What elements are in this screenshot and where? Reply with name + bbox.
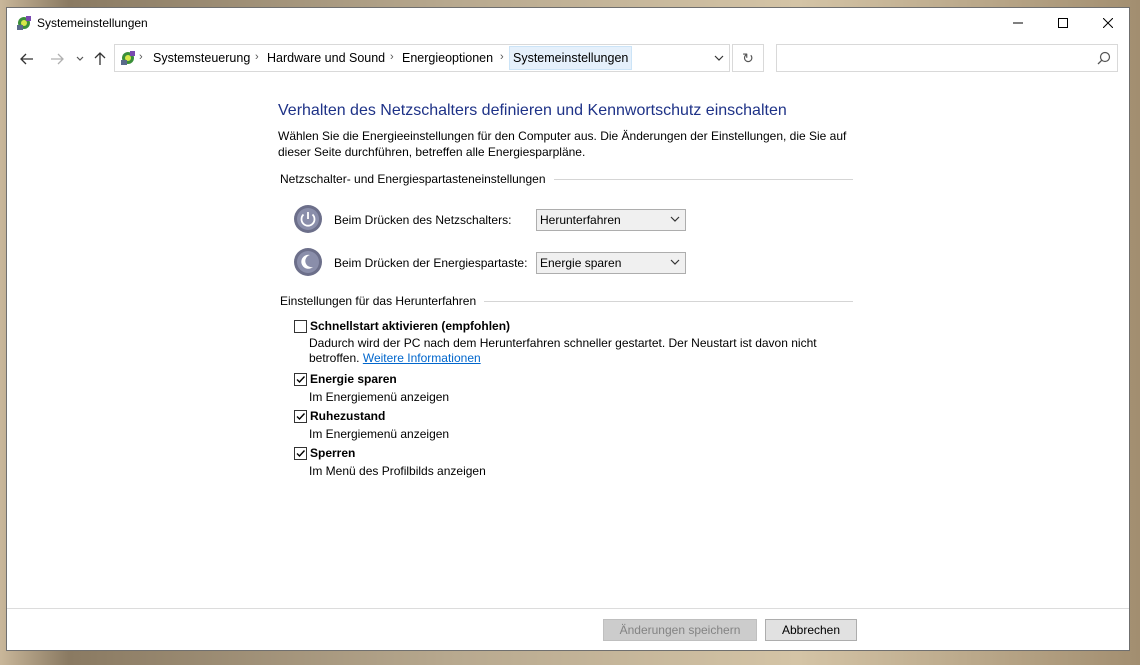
search-icon xyxy=(1097,51,1111,65)
save-changes-button[interactable]: Änderungen speichern xyxy=(603,619,757,641)
power-button-action-value: Herunterfahren xyxy=(540,213,621,227)
breadcrumb-energieoptionen[interactable]: Energieoptionen xyxy=(402,51,493,65)
power-button-icon xyxy=(294,205,322,233)
breadcrumb-separator-icon[interactable]: › xyxy=(139,51,143,63)
sleep-option-description: Im Energiemenü anzeigen xyxy=(309,390,450,404)
checkmark-icon xyxy=(296,376,306,384)
recent-locations-button[interactable] xyxy=(70,49,90,69)
forward-button[interactable] xyxy=(47,49,67,69)
hibernate-option-label[interactable]: Ruhezustand xyxy=(310,409,385,423)
more-info-link[interactable]: Weitere Informationen xyxy=(363,351,481,365)
hibernate-option-description: Im Energiemenü anzeigen xyxy=(309,427,450,441)
power-button-label: Beim Drücken des Netzschalters: xyxy=(334,213,512,227)
title-bar: Systemeinstellungen xyxy=(7,8,1129,38)
close-icon xyxy=(1102,18,1113,28)
breadcrumb-hardware-und-sound[interactable]: Hardware und Sound xyxy=(267,51,385,65)
back-button[interactable] xyxy=(17,49,37,69)
window-title: Systemeinstellungen xyxy=(37,16,148,30)
lock-option-checkbox[interactable] xyxy=(294,447,307,460)
fast-startup-description: Dadurch wird der PC nach dem Herunterfah… xyxy=(309,336,817,350)
control-panel-icon xyxy=(15,14,33,32)
settings-window: Systemeinstellungen › Systemsteuerung › … xyxy=(6,7,1130,651)
page-title: Verhalten des Netzschalters definieren u… xyxy=(278,102,787,119)
maximize-button[interactable] xyxy=(1040,8,1085,38)
close-button[interactable] xyxy=(1085,8,1130,38)
breadcrumb-systemeinstellungen[interactable]: Systemeinstellungen xyxy=(509,46,633,70)
sleep-button-label: Beim Drücken der Energiespartaste: xyxy=(334,256,528,270)
minimize-button[interactable] xyxy=(995,8,1040,38)
up-button[interactable] xyxy=(90,49,110,69)
breadcrumb-separator-icon[interactable]: › xyxy=(500,51,504,63)
lock-option-description: Im Menü des Profilbilds anzeigen xyxy=(309,464,486,478)
control-panel-icon xyxy=(119,49,137,67)
address-dropdown-button[interactable] xyxy=(709,45,729,71)
power-buttons-group-title: Netzschalter- und Energiespartasteneinst… xyxy=(280,172,554,186)
breadcrumb-systemsteuerung[interactable]: Systemsteuerung xyxy=(153,51,250,65)
power-button-action-select[interactable]: Herunterfahren xyxy=(536,209,686,231)
minimize-icon xyxy=(1012,22,1023,24)
checkmark-icon xyxy=(296,413,306,421)
checkmark-icon xyxy=(296,450,306,458)
sleep-option-checkbox[interactable] xyxy=(294,373,307,386)
fast-startup-checkbox[interactable] xyxy=(294,320,307,333)
refresh-icon: ↻ xyxy=(742,49,754,66)
arrow-left-icon xyxy=(20,53,33,65)
search-input[interactable] xyxy=(776,44,1118,72)
page-description: Wählen Sie die Energieeinstellungen für … xyxy=(278,129,847,159)
chevron-down-icon xyxy=(670,216,680,222)
cancel-button[interactable]: Abbrechen xyxy=(765,619,857,641)
shutdown-group-title: Einstellungen für das Herunterfahren xyxy=(280,294,485,308)
sleep-button-icon xyxy=(294,248,322,276)
navigation-bar: › Systemsteuerung › Hardware und Sound ›… xyxy=(7,41,1129,77)
chevron-down-icon xyxy=(670,259,680,265)
fast-startup-description-2: betroffen. Weitere Informationen xyxy=(309,351,481,366)
footer-divider xyxy=(7,608,1129,609)
fast-startup-label[interactable]: Schnellstart aktivieren (empfohlen) xyxy=(310,319,510,333)
sleep-button-action-value: Energie sparen xyxy=(540,256,622,270)
chevron-down-icon xyxy=(714,55,724,61)
hibernate-option-checkbox[interactable] xyxy=(294,410,307,423)
sleep-button-action-select[interactable]: Energie sparen xyxy=(536,252,686,274)
lock-option-label[interactable]: Sperren xyxy=(310,446,355,460)
breadcrumb-separator-icon[interactable]: › xyxy=(390,51,394,63)
maximize-icon xyxy=(1057,18,1068,28)
chevron-down-icon xyxy=(76,56,84,61)
arrow-up-icon xyxy=(94,52,106,65)
fast-startup-description-end: betroffen. xyxy=(309,351,360,365)
arrow-right-icon xyxy=(51,53,64,65)
refresh-button[interactable]: ↻ xyxy=(732,44,764,72)
breadcrumb-separator-icon[interactable]: › xyxy=(255,51,259,63)
sleep-option-label[interactable]: Energie sparen xyxy=(310,372,397,386)
address-bar[interactable]: › Systemsteuerung › Hardware und Sound ›… xyxy=(114,44,730,72)
